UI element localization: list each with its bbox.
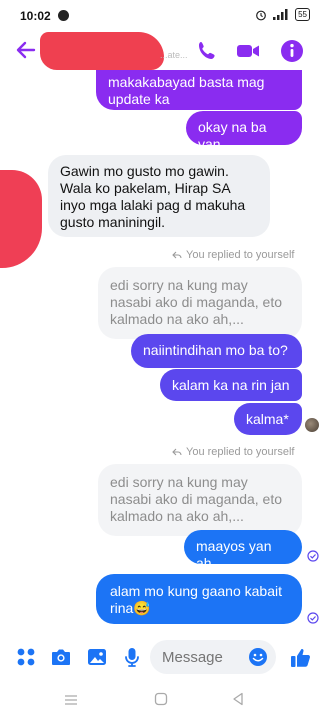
- contact-status-partial: ...ate...: [160, 50, 188, 60]
- reply-note-text: You replied to yourself: [186, 446, 295, 458]
- quoted-message[interactable]: edi sorry na kung may nasabi ako di maga…: [98, 267, 302, 339]
- contact-name-redaction[interactable]: [40, 32, 164, 70]
- messenger-notification-icon: [58, 10, 69, 21]
- emoji-icon[interactable]: [248, 647, 268, 667]
- composer-toolbar: [0, 638, 324, 678]
- read-receipt-avatar: [305, 418, 319, 432]
- message-bubble-outgoing[interactable]: makakabayad basta mag update ka: [96, 70, 302, 110]
- reply-note: You replied to yourself: [172, 249, 294, 261]
- message-bubble-outgoing[interactable]: alam mo kung gaano kabait rina😅: [96, 574, 302, 624]
- quoted-text: edi sorry na kung may nasabi ako di maga…: [110, 277, 283, 327]
- message-text: alam mo kung gaano kabait rina😅: [110, 583, 282, 616]
- message-bubble-outgoing[interactable]: okay na ba yan: [186, 111, 302, 152]
- delivered-check-icon: [307, 612, 319, 624]
- message-input[interactable]: [160, 645, 244, 669]
- camera-icon[interactable]: [50, 646, 72, 668]
- microphone-icon[interactable]: [121, 646, 143, 668]
- alarm-icon: [256, 10, 266, 20]
- message-text: naiintindihan mo ba to?: [143, 342, 288, 358]
- reply-note-text: You replied to yourself: [186, 249, 295, 261]
- message-text: kalma*: [246, 411, 289, 427]
- back-arrow-icon[interactable]: [14, 38, 38, 62]
- message-bubble-outgoing[interactable]: kalma*: [234, 403, 302, 435]
- home-icon[interactable]: [154, 692, 168, 706]
- message-bubble-incoming[interactable]: Gawin mo gusto mo gawin. Wala ko pakelam…: [48, 155, 270, 237]
- message-text: kalam ka na rin jan: [172, 377, 290, 393]
- video-call-icon[interactable]: [235, 38, 261, 64]
- back-nav-icon[interactable]: [232, 692, 244, 706]
- message-bubble-outgoing[interactable]: kalam ka na rin jan: [160, 369, 302, 401]
- status-icons: 55: [255, 8, 310, 21]
- phone-call-icon[interactable]: [194, 38, 220, 64]
- message-text: maayos yan ah: [196, 538, 272, 571]
- avatar-redaction: [0, 170, 42, 268]
- message-text: makakabayad basta mag update ka: [108, 74, 265, 107]
- message-bubble-outgoing[interactable]: naiintindihan mo ba to?: [131, 334, 302, 368]
- battery-indicator: 55: [295, 8, 310, 21]
- thumbs-up-icon[interactable]: [289, 646, 313, 670]
- message-text: Gawin mo gusto mo gawin. Wala ko pakelam…: [60, 163, 246, 230]
- message-bubble-outgoing[interactable]: maayos yan ah: [184, 530, 302, 571]
- gallery-icon[interactable]: [86, 646, 108, 668]
- reply-arrow-icon: [172, 251, 182, 259]
- message-input-container[interactable]: [150, 640, 276, 674]
- quoted-message[interactable]: edi sorry na kung may nasabi ako di maga…: [98, 464, 302, 536]
- message-text: okay na ba yan: [198, 119, 267, 152]
- delivered-check-icon: [307, 550, 319, 562]
- reply-note: You replied to yourself: [172, 446, 294, 458]
- conversation-header: ...ate...: [0, 32, 324, 70]
- info-icon[interactable]: [279, 38, 305, 64]
- status-bar: 10:02 55: [0, 0, 324, 32]
- quoted-text: edi sorry na kung may nasabi ako di maga…: [110, 474, 283, 524]
- reply-arrow-icon: [172, 448, 182, 456]
- system-navigation-bar: [0, 680, 324, 720]
- status-time: 10:02: [20, 9, 51, 23]
- signal-icon: [273, 9, 288, 20]
- recent-apps-icon[interactable]: [64, 694, 78, 706]
- apps-grid-icon[interactable]: [15, 646, 37, 668]
